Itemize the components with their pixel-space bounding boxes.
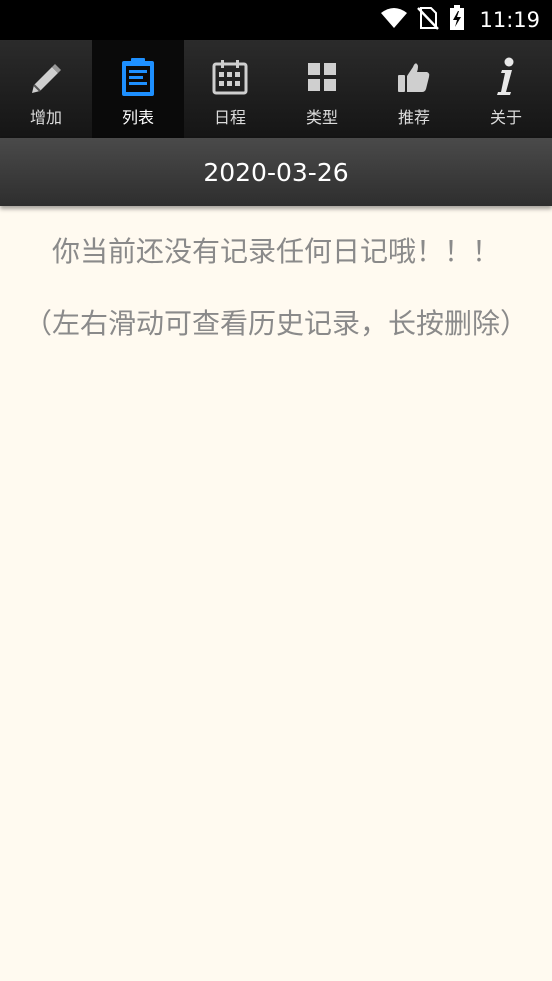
info-icon bbox=[494, 56, 518, 98]
swipe-hint: （左右滑动可查看历史记录，长按删除） bbox=[23, 307, 528, 340]
tab-schedule-label: 日程 bbox=[213, 108, 246, 127]
calendar-icon bbox=[212, 56, 248, 98]
status-icons: 11:19 bbox=[381, 0, 540, 40]
thumbs-up-icon bbox=[396, 56, 432, 98]
clipboard-list-icon bbox=[120, 56, 156, 98]
status-bar: 11:19 bbox=[0, 0, 552, 40]
tab-list-label: 列表 bbox=[121, 108, 154, 127]
battery-charging-icon bbox=[449, 5, 465, 35]
tab-type-label: 类型 bbox=[305, 108, 338, 127]
tab-type[interactable]: 类型 bbox=[276, 40, 368, 138]
wifi-icon bbox=[381, 7, 408, 33]
top-toolbar: 增加 列表 日程 类型 推荐 关于 bbox=[0, 40, 552, 138]
tab-schedule[interactable]: 日程 bbox=[184, 40, 276, 138]
tab-add[interactable]: 增加 bbox=[0, 40, 92, 138]
no-sim-icon bbox=[417, 6, 440, 34]
status-time: 11:19 bbox=[479, 8, 540, 32]
tab-about-label: 关于 bbox=[489, 108, 522, 127]
pencil-icon bbox=[28, 56, 64, 98]
tab-recommend[interactable]: 推荐 bbox=[368, 40, 460, 138]
current-date: 2020-03-26 bbox=[203, 157, 349, 187]
grid-icon bbox=[307, 56, 337, 98]
tab-add-label: 增加 bbox=[29, 108, 62, 127]
tab-list[interactable]: 列表 bbox=[92, 40, 184, 138]
tab-recommend-label: 推荐 bbox=[397, 108, 430, 127]
empty-message: 你当前还没有记录任何日记哦！！！ bbox=[51, 235, 500, 268]
date-bar: 2020-03-26 bbox=[0, 138, 552, 206]
tab-about[interactable]: 关于 bbox=[460, 40, 552, 138]
